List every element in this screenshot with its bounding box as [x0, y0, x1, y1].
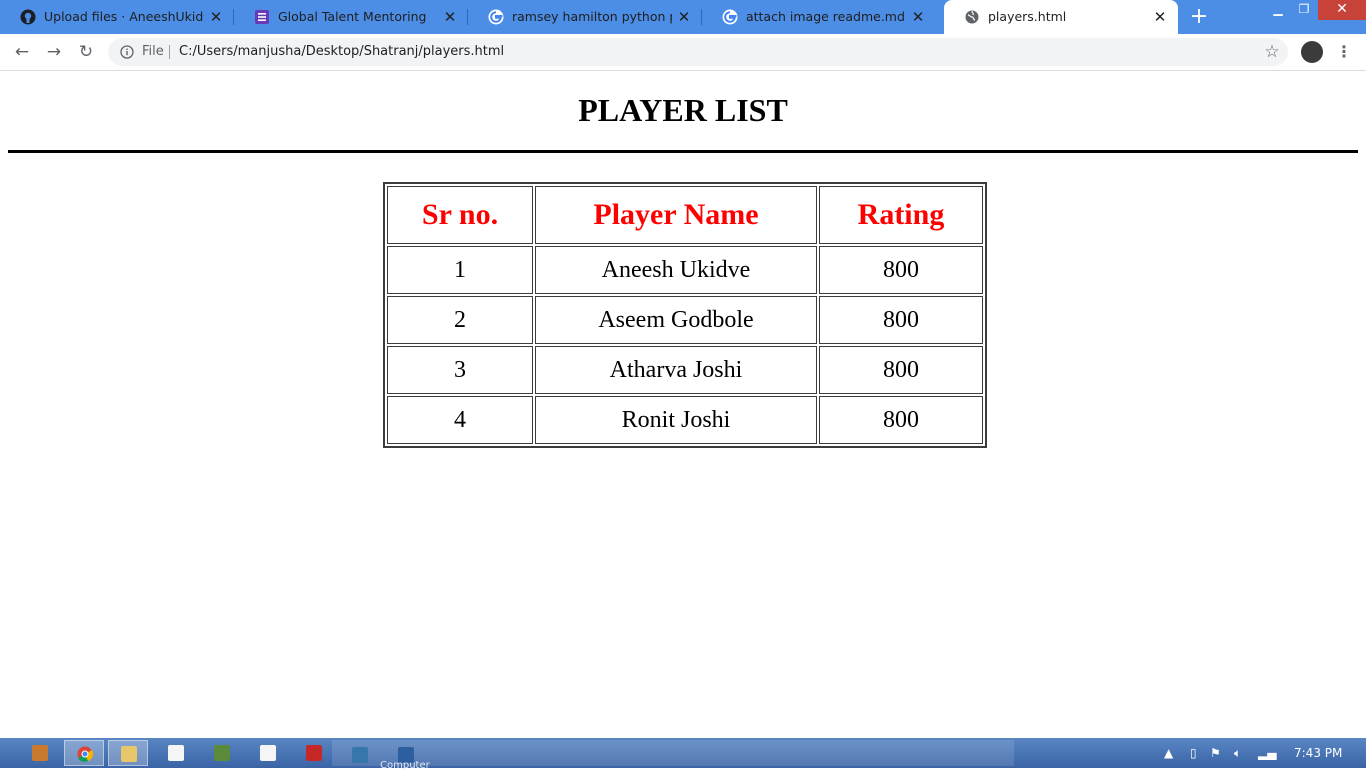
- info-icon[interactable]: [120, 45, 134, 59]
- tab-title: Upload files · AneeshUkidve/Glo: [44, 9, 204, 24]
- taskbar-item-file[interactable]: [156, 740, 196, 766]
- cell-player-name: Aneesh Ukidve: [535, 246, 817, 294]
- taskbar-group-label: Computer: [380, 760, 430, 771]
- document-icon: [168, 745, 184, 761]
- python-icon: [352, 747, 368, 763]
- taskbar-item-chess[interactable]: [294, 740, 334, 766]
- cell-player-name: Ronit Joshi: [535, 396, 817, 444]
- bookmark-star-icon[interactable]: ☆: [1262, 42, 1282, 62]
- window-close-button[interactable]: ✕: [1318, 0, 1366, 20]
- taskbar-item-minecraft[interactable]: [202, 740, 242, 766]
- chess-flag-icon: [306, 745, 322, 761]
- close-icon[interactable]: ✕: [1152, 9, 1168, 25]
- taskbar-item-media[interactable]: [20, 740, 60, 766]
- cell-sr-no: 4: [387, 396, 533, 444]
- cell-rating: 800: [819, 296, 983, 344]
- forward-button[interactable]: →: [44, 42, 64, 62]
- tab-strip: Upload files · AneeshUkidve/Glo ✕ Global…: [0, 0, 1366, 34]
- profile-avatar[interactable]: [1301, 41, 1323, 63]
- close-icon[interactable]: ✕: [442, 9, 458, 25]
- address-divider: [169, 45, 170, 59]
- restore-button[interactable]: ❐: [1292, 0, 1316, 20]
- tab-title: players.html: [988, 9, 1067, 24]
- table-row: 3 Atharva Joshi 800: [387, 346, 983, 394]
- table-row: 4 Ronit Joshi 800: [387, 396, 983, 444]
- close-icon[interactable]: ✕: [910, 9, 926, 25]
- close-icon[interactable]: ✕: [676, 9, 692, 25]
- horizontal-rule: [8, 150, 1358, 153]
- network-signal-icon[interactable]: ▂▄: [1258, 745, 1276, 761]
- cell-player-name: Aseem Godbole: [535, 296, 817, 344]
- tab-attach-image[interactable]: attach image readme.md - Goo ✕: [702, 0, 936, 34]
- cell-rating: 800: [819, 346, 983, 394]
- volume-icon[interactable]: 🔈︎: [1234, 745, 1241, 761]
- tab-ramsey-hamilton[interactable]: ramsey hamilton python pdf - G ✕: [468, 0, 702, 34]
- table-row: 1 Aneesh Ukidve 800: [387, 246, 983, 294]
- taskbar-item-python[interactable]: [340, 742, 380, 768]
- browser-toolbar: ← → ↻ File C:/Users/manjusha/Desktop/Sha…: [0, 34, 1366, 71]
- address-bar[interactable]: File C:/Users/manjusha/Desktop/Shatranj/…: [108, 38, 1288, 66]
- cell-sr-no: 2: [387, 296, 533, 344]
- back-button[interactable]: ←: [12, 42, 32, 62]
- film-icon: [32, 745, 48, 761]
- tab-title: attach image readme.md - Goo: [746, 9, 906, 24]
- globe-icon: [965, 10, 979, 24]
- cell-sr-no: 3: [387, 346, 533, 394]
- new-tab-button[interactable]: +: [1188, 6, 1210, 28]
- show-hidden-icons-icon[interactable]: ▲: [1164, 745, 1173, 761]
- tab-global-talent[interactable]: Global Talent Mentoring ✕: [234, 0, 468, 34]
- tab-title: Global Talent Mentoring: [278, 9, 427, 24]
- page-title: PLAYER LIST: [578, 92, 788, 128]
- chrome-icon: [77, 746, 93, 762]
- taskbar-item-file-2[interactable]: [248, 740, 288, 766]
- action-center-flag-icon[interactable]: ⚑: [1210, 745, 1221, 761]
- form-icon: [255, 10, 269, 24]
- github-icon: [20, 9, 36, 25]
- header-rating: Rating: [819, 186, 983, 244]
- scheme-label: File: [142, 44, 164, 59]
- tab-players-html[interactable]: players.html ✕: [944, 0, 1178, 34]
- tab-upload-files[interactable]: Upload files · AneeshUkidve/Glo ✕: [0, 0, 234, 34]
- cell-rating: 800: [819, 246, 983, 294]
- cell-player-name: Atharva Joshi: [535, 346, 817, 394]
- os-taskbar: Computer ▲ ▯ ⚑ 🔈︎ ▂▄ 7:43 PM: [0, 738, 1366, 771]
- header-player-name: Player Name: [535, 186, 817, 244]
- url-text[interactable]: C:/Users/manjusha/Desktop/Shatranj/playe…: [179, 38, 504, 66]
- block-icon: [214, 745, 230, 761]
- cell-sr-no: 1: [387, 246, 533, 294]
- players-table: Sr no. Player Name Rating 1 Aneesh Ukidv…: [383, 182, 987, 448]
- cell-rating: 800: [819, 396, 983, 444]
- header-sr-no: Sr no.: [387, 186, 533, 244]
- taskbar-group: Computer: [332, 740, 1014, 771]
- taskbar-item-chrome[interactable]: [64, 740, 104, 766]
- battery-icon[interactable]: ▯: [1190, 745, 1197, 761]
- table-row: 2 Aseem Godbole 800: [387, 296, 983, 344]
- table-header-row: Sr no. Player Name Rating: [387, 186, 983, 244]
- tab-title: ramsey hamilton python pdf - G: [512, 9, 672, 24]
- taskbar-clock[interactable]: 7:43 PM: [1294, 738, 1342, 768]
- minimize-button[interactable]: ▁: [1266, 0, 1290, 20]
- close-icon[interactable]: ✕: [208, 9, 224, 25]
- folder-icon: [121, 746, 137, 762]
- kebab-menu-icon[interactable]: ⋮: [1336, 42, 1352, 62]
- taskbar-item-explorer[interactable]: [108, 740, 148, 766]
- google-icon: [722, 9, 738, 25]
- document-icon: [260, 745, 276, 761]
- google-icon: [488, 9, 504, 25]
- reload-button[interactable]: ↻: [76, 42, 96, 62]
